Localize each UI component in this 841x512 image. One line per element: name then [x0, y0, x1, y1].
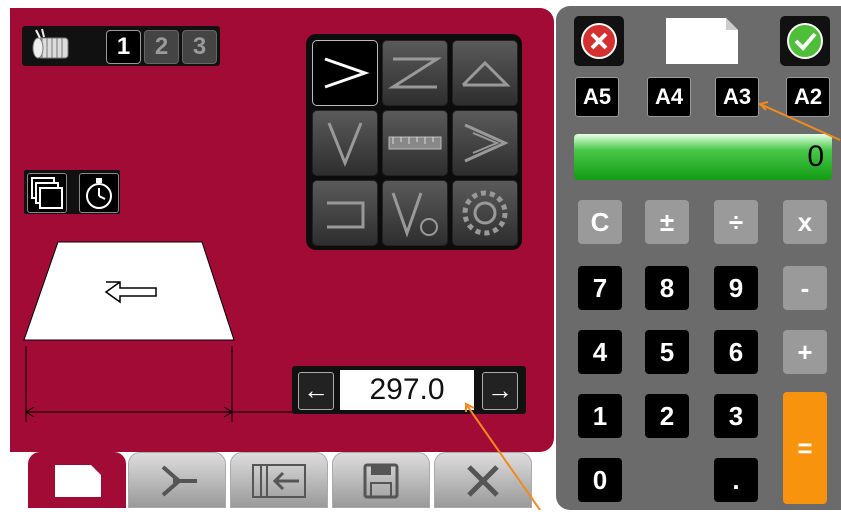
- length-value[interactable]: 297.0: [340, 370, 474, 410]
- tab-feed[interactable]: [230, 452, 328, 508]
- key-2[interactable]: 2: [645, 394, 689, 438]
- confirm-icon: [787, 23, 823, 59]
- key-9[interactable]: 9: [714, 266, 758, 310]
- feed-icon: [252, 464, 306, 498]
- fold-type-2[interactable]: [382, 40, 448, 106]
- size-a2-button[interactable]: A2: [786, 77, 830, 117]
- gear-icon[interactable]: [452, 180, 518, 246]
- fold-type-1[interactable]: [312, 40, 378, 106]
- roller-icon[interactable]: [26, 28, 74, 64]
- save-icon: [363, 463, 399, 499]
- cancel-button[interactable]: [574, 16, 624, 66]
- equals-key[interactable]: =: [783, 392, 827, 504]
- tools-icon: [467, 465, 499, 497]
- pass-3-button[interactable]: 3: [182, 30, 217, 64]
- cancel-icon: [581, 23, 617, 59]
- paper-diagram: [20, 232, 250, 432]
- size-a4-button[interactable]: A4: [647, 77, 691, 117]
- confirm-button[interactable]: [780, 16, 830, 66]
- key-0[interactable]: 0: [578, 458, 622, 502]
- display-value: 0: [807, 140, 824, 173]
- divide-key[interactable]: ÷: [714, 200, 758, 244]
- fold-type-3[interactable]: [452, 40, 518, 106]
- paper-icon: [666, 18, 738, 64]
- key-6[interactable]: 6: [714, 330, 758, 374]
- calculator-display: 0: [574, 134, 832, 180]
- tab-fold[interactable]: [128, 452, 226, 508]
- key-7[interactable]: 7: [578, 266, 622, 310]
- tab-tools[interactable]: [434, 452, 532, 508]
- key-1[interactable]: 1: [578, 394, 622, 438]
- length-field: ← 297.0 →: [292, 366, 526, 414]
- ruler-icon[interactable]: [382, 110, 448, 176]
- stopwatch-icon[interactable]: [79, 173, 119, 213]
- mode-toggles: [24, 170, 120, 214]
- tab-paper[interactable]: [28, 452, 126, 508]
- pass-2-button[interactable]: 2: [144, 30, 179, 64]
- fold-type-8[interactable]: [382, 180, 448, 246]
- key-3[interactable]: 3: [714, 394, 758, 438]
- fold-icon: [161, 465, 197, 497]
- fold-type-4[interactable]: [312, 110, 378, 176]
- size-a5-button[interactable]: A5: [575, 77, 619, 117]
- clear-key[interactable]: C: [578, 200, 622, 244]
- key-8[interactable]: 8: [645, 266, 689, 310]
- key-4[interactable]: 4: [578, 330, 622, 374]
- pass-selector: 1 2 3: [22, 26, 220, 66]
- tab-save[interactable]: [332, 452, 430, 508]
- pass-1-button[interactable]: 1: [106, 30, 141, 64]
- decrease-button[interactable]: ←: [298, 372, 334, 410]
- size-a3-button[interactable]: A3: [715, 77, 759, 117]
- plusminus-key[interactable]: ±: [645, 200, 689, 244]
- increase-button[interactable]: →: [482, 372, 518, 410]
- fold-type-7[interactable]: [312, 180, 378, 246]
- multiply-key[interactable]: x: [783, 200, 827, 244]
- stack-icon[interactable]: [27, 173, 67, 213]
- paper-icon: [55, 465, 101, 497]
- dot-key[interactable]: .: [714, 458, 758, 502]
- fold-type-6[interactable]: [452, 110, 518, 176]
- fold-type-grid: [306, 34, 522, 250]
- key-5[interactable]: 5: [645, 330, 689, 374]
- minus-key[interactable]: -: [783, 266, 827, 310]
- paper-preview: [664, 16, 740, 66]
- plus-key[interactable]: +: [783, 330, 827, 374]
